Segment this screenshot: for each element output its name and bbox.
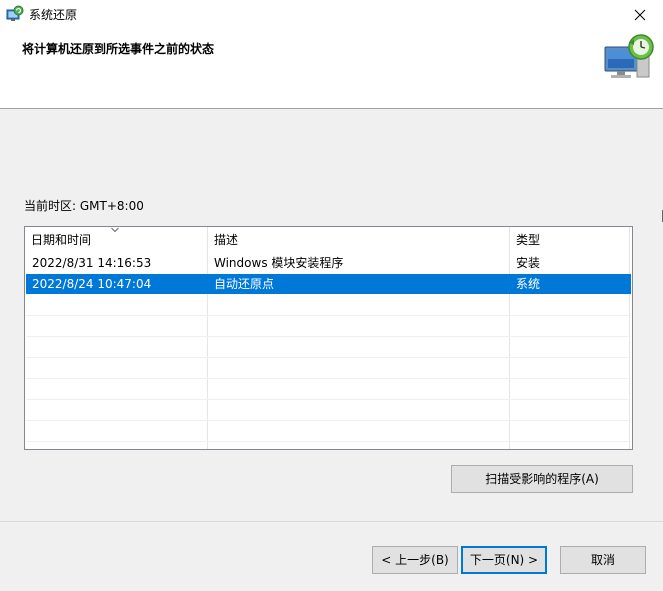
cell-description: 自动还原点: [214, 277, 275, 291]
close-icon: [634, 9, 646, 21]
grid-line: [26, 441, 631, 442]
cell-datetime: 2022/8/24 10:47:04: [32, 277, 152, 291]
close-button[interactable]: [617, 0, 663, 30]
grid-line: [26, 336, 631, 337]
system-restore-icon: [6, 5, 24, 21]
back-button[interactable]: < 上一步(B): [372, 546, 458, 574]
grid-line: [26, 399, 631, 400]
grid-line: [26, 378, 631, 379]
system-restore-dialog: 系统还原 将计算机还原到所选事件之前的状态 当前时区: GMT+8:00 日期和…: [0, 0, 663, 591]
table-row-selected[interactable]: 2022/8/24 10:47:04 自动还原点 系统: [26, 274, 631, 294]
cell-type: 系统: [516, 277, 541, 291]
table-row[interactable]: 2022/8/31 14:16:53 Windows 模块安装程序 安装: [26, 253, 631, 273]
page-title: 将计算机还原到所选事件之前的状态: [22, 42, 215, 56]
system-restore-graphic-icon: [604, 34, 654, 78]
title-bar: 系统还原: [0, 0, 663, 30]
sort-descending-icon: [111, 227, 119, 233]
scan-affected-programs-button[interactable]: 扫描受影响的程序(A): [451, 465, 633, 493]
timezone-label: 当前时区: GMT+8:00: [24, 199, 144, 213]
column-header-type[interactable]: 类型: [510, 227, 630, 253]
column-header-label: 类型: [516, 233, 541, 247]
cell-description: Windows 模块安装程序: [214, 256, 344, 270]
cell-type: 安装: [516, 256, 541, 270]
restore-points-list[interactable]: 日期和时间 描述 类型 2022/8/31 14:16:53 Windows 模…: [24, 226, 633, 450]
list-header: 日期和时间 描述 类型: [25, 227, 632, 253]
next-button[interactable]: 下一页(N) >: [461, 546, 547, 574]
grid-line: [26, 315, 631, 316]
column-header-label: 日期和时间: [31, 233, 92, 247]
column-header-label: 描述: [214, 233, 239, 247]
wizard-header: 将计算机还原到所选事件之前的状态: [0, 30, 663, 109]
cancel-button[interactable]: 取消: [560, 546, 646, 574]
window-title: 系统还原: [29, 8, 78, 22]
cell-datetime: 2022/8/31 14:16:53: [32, 256, 152, 270]
grid-line: [26, 420, 631, 421]
column-header-description[interactable]: 描述: [208, 227, 510, 253]
grid-line: [26, 357, 631, 358]
footer-divider: [0, 521, 663, 522]
